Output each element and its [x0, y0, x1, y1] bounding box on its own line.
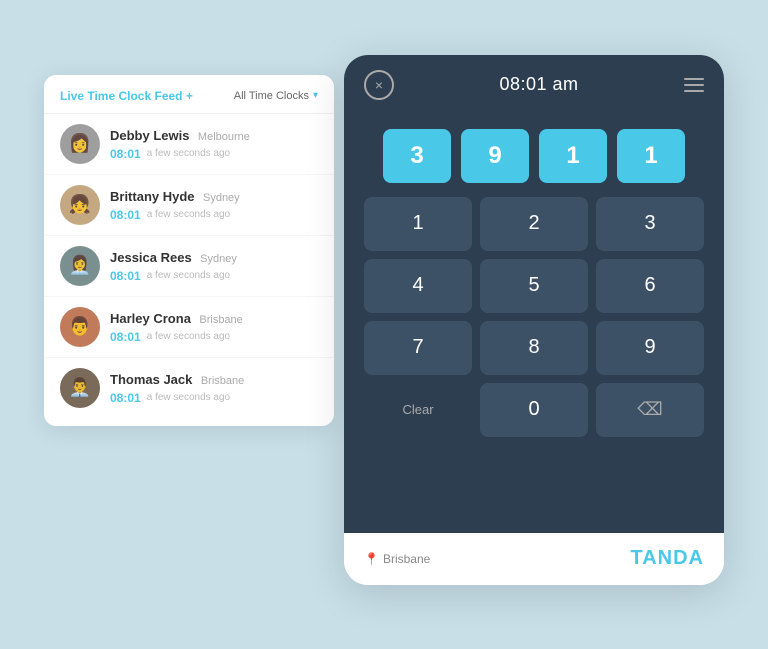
feed-title: Live Time Clock Feed +: [60, 89, 193, 103]
feed-item-time-row: 08:01 a few seconds ago: [110, 208, 318, 222]
avatar-icon: 👨‍💼: [60, 368, 100, 408]
pin-digit-4: 1: [617, 129, 685, 183]
tanda-logo: TANDA: [630, 547, 704, 570]
feed-item: 👩 Debby Lewis Melbourne 08:01 a few seco…: [44, 114, 334, 175]
feed-items-list: 👩 Debby Lewis Melbourne 08:01 a few seco…: [44, 114, 334, 418]
numpad-0-button[interactable]: 0: [480, 383, 588, 437]
feed-item: 👩‍💼 Jessica Rees Sydney 08:01 a few seco…: [44, 236, 334, 297]
tablet-footer: 📍 Brisbane TANDA: [344, 533, 724, 585]
numpad-8-button[interactable]: 8: [480, 321, 588, 375]
numpad-1-button[interactable]: 1: [364, 197, 472, 251]
feed-item-location: Brisbane: [199, 314, 242, 326]
feed-item-info: Brittany Hyde Sydney 08:01 a few seconds…: [110, 188, 318, 222]
backspace-button[interactable]: ⌫: [596, 383, 704, 437]
numpad-3-button[interactable]: 3: [596, 197, 704, 251]
location-name: Brisbane: [383, 552, 430, 566]
feed-item: 👨 Harley Crona Brisbane 08:01 a few seco…: [44, 297, 334, 358]
numpad-5-button[interactable]: 5: [480, 259, 588, 313]
feed-filter-dropdown[interactable]: All Time Clocks ▾: [234, 90, 318, 102]
scene: Live Time Clock Feed + All Time Clocks ▾…: [44, 55, 724, 595]
feed-item-info: Thomas Jack Brisbane 08:01 a few seconds…: [110, 371, 318, 405]
feed-title-text: Live Time Clock Feed: [60, 89, 183, 103]
feed-item-time-row: 08:01 a few seconds ago: [110, 330, 318, 344]
keypad-area: 3911 123456789Clear0⌫: [344, 115, 724, 533]
feed-item: 👨‍💼 Thomas Jack Brisbane 08:01 a few sec…: [44, 358, 334, 418]
avatar-icon: 👧: [60, 185, 100, 225]
feed-item-ago: a few seconds ago: [147, 270, 230, 281]
feed-title-plus[interactable]: +: [186, 89, 193, 103]
feed-item-clock-time: 08:01: [110, 208, 141, 222]
feed-item-name: Thomas Jack: [110, 372, 192, 387]
feed-item-name: Harley Crona: [110, 311, 191, 326]
feed-item-name-row: Jessica Rees Sydney: [110, 249, 318, 267]
feed-item-time-row: 08:01 a few seconds ago: [110, 147, 318, 161]
avatar: 👨: [60, 307, 100, 347]
close-icon: ×: [375, 77, 383, 93]
feed-item-clock-time: 08:01: [110, 147, 141, 161]
avatar: 👩‍💼: [60, 246, 100, 286]
numpad-6-button[interactable]: 6: [596, 259, 704, 313]
feed-item-ago: a few seconds ago: [147, 392, 230, 403]
feed-item-location: Brisbane: [201, 375, 244, 387]
pin-digit-2: 9: [461, 129, 529, 183]
menu-button[interactable]: [684, 78, 704, 92]
feed-item-time-row: 08:01 a few seconds ago: [110, 391, 318, 405]
tablet-time-display: 08:01 am: [499, 74, 578, 95]
feed-item-name: Brittany Hyde: [110, 189, 195, 204]
pin-display: 3911: [364, 129, 704, 183]
tablet-panel: × 08:01 am 3911 123456789Clear0⌫ 📍 Brisb…: [344, 55, 724, 585]
numpad-grid: 123 456 789 Clear0⌫: [364, 197, 704, 437]
avatar-icon: 👨: [60, 307, 100, 347]
feed-item-time-row: 08:01 a few seconds ago: [110, 269, 318, 283]
close-button[interactable]: ×: [364, 70, 394, 100]
numpad-4-button[interactable]: 4: [364, 259, 472, 313]
numpad-7-button[interactable]: 7: [364, 321, 472, 375]
feed-item-clock-time: 08:01: [110, 391, 141, 405]
feed-item-ago: a few seconds ago: [147, 331, 230, 342]
feed-item-name-row: Thomas Jack Brisbane: [110, 371, 318, 389]
avatar: 👩: [60, 124, 100, 164]
feed-item: 👧 Brittany Hyde Sydney 08:01 a few secon…: [44, 175, 334, 236]
avatar-icon: 👩‍💼: [60, 246, 100, 286]
tablet-header: × 08:01 am: [344, 55, 724, 115]
numpad-2-button[interactable]: 2: [480, 197, 588, 251]
location-icon: 📍: [364, 552, 379, 566]
feed-item-info: Harley Crona Brisbane 08:01 a few second…: [110, 310, 318, 344]
menu-line-1: [684, 78, 704, 80]
feed-item-name-row: Harley Crona Brisbane: [110, 310, 318, 328]
chevron-down-icon: ▾: [313, 90, 318, 101]
avatar: 👨‍💼: [60, 368, 100, 408]
menu-line-2: [684, 84, 704, 86]
feed-item-info: Debby Lewis Melbourne 08:01 a few second…: [110, 127, 318, 161]
feed-item-location: Sydney: [203, 192, 240, 204]
feed-item-clock-time: 08:01: [110, 330, 141, 344]
pin-digit-3: 1: [539, 129, 607, 183]
avatar: 👧: [60, 185, 100, 225]
avatar-icon: 👩: [60, 124, 100, 164]
feed-item-location: Melbourne: [198, 131, 250, 143]
filter-label: All Time Clocks: [234, 90, 309, 102]
menu-line-3: [684, 90, 704, 92]
pin-digit-1: 3: [383, 129, 451, 183]
feed-item-info: Jessica Rees Sydney 08:01 a few seconds …: [110, 249, 318, 283]
numpad-9-button[interactable]: 9: [596, 321, 704, 375]
feed-item-name-row: Debby Lewis Melbourne: [110, 127, 318, 145]
location-display: 📍 Brisbane: [364, 552, 430, 566]
feed-item-name: Debby Lewis: [110, 128, 189, 143]
feed-panel: Live Time Clock Feed + All Time Clocks ▾…: [44, 75, 334, 426]
feed-item-ago: a few seconds ago: [147, 209, 230, 220]
feed-item-name: Jessica Rees: [110, 250, 192, 265]
feed-item-ago: a few seconds ago: [147, 148, 230, 159]
clear-button[interactable]: Clear: [364, 383, 472, 437]
feed-item-location: Sydney: [200, 253, 237, 265]
feed-item-clock-time: 08:01: [110, 269, 141, 283]
feed-item-name-row: Brittany Hyde Sydney: [110, 188, 318, 206]
feed-header: Live Time Clock Feed + All Time Clocks ▾: [44, 89, 334, 114]
